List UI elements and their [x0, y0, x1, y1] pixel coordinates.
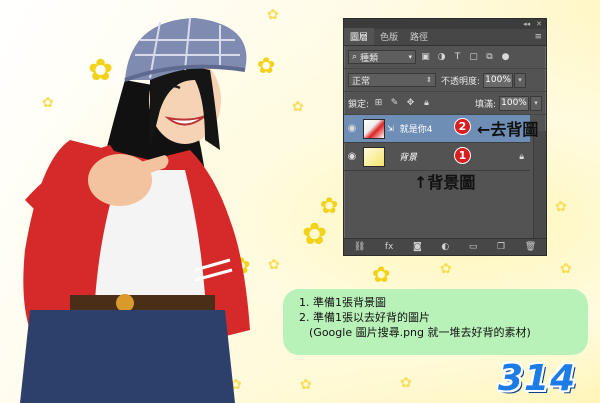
instruction-note: 1. 準備1張背景圖 2. 準備1張以去好背的圖片 (Google 圖片搜尋.p… [283, 289, 588, 355]
filter-kind-select[interactable]: ⌕ 種類 ▾ [348, 50, 416, 64]
tab-paths[interactable]: 路徑 [404, 28, 434, 45]
fill-input[interactable]: 100% [499, 95, 529, 111]
lock-all-icon[interactable]: 🔒︎ [420, 97, 433, 110]
note-line-2: 2. 準備1張以去好背的圖片 [299, 311, 430, 324]
panel-menu-icon[interactable]: ≡ [530, 32, 546, 45]
flower-icon: ✿ [440, 261, 452, 277]
filter-shape-icon[interactable]: ▢ [467, 51, 480, 64]
lock-row: 鎖定: ⊞ ✎ ✥ 🔒︎ 填滿: 100% ▾ [344, 92, 546, 115]
flower-icon: ✿ [302, 217, 328, 252]
eye-icon[interactable]: ◉ [344, 151, 360, 162]
blend-mode-value: 正常 [352, 76, 371, 87]
layer-mask-icon[interactable]: ◙ [413, 242, 422, 252]
layer-name: 就是你4 [399, 125, 433, 135]
lock-image-icon[interactable]: ✎ [388, 97, 401, 110]
close-icon[interactable]: ✕ [536, 20, 542, 28]
layer-thumbnail [363, 118, 385, 139]
note-line-1: 1. 準備1張背景圖 [299, 296, 386, 309]
flower-icon: ✿ [400, 375, 412, 391]
flower-icon: ✿ [320, 194, 339, 219]
fill-dropdown-icon[interactable]: ▾ [530, 95, 542, 111]
search-icon: ⌕ [352, 52, 358, 62]
note-line-3: (Google 圖片搜尋.png 就一堆去好背的素材) [309, 326, 531, 339]
link-icon: ⇲ [387, 124, 394, 133]
filter-type-icon[interactable]: T [451, 51, 464, 64]
chevron-down-icon: ▾ [408, 53, 412, 61]
lock-label: 鎖定: [348, 99, 370, 110]
chevron-down-icon: ⇕ [426, 76, 432, 84]
layer-name: 背景 [399, 153, 418, 163]
new-layer-icon[interactable]: ❐ [497, 242, 505, 252]
panel-scrollbar[interactable] [533, 131, 546, 243]
trash-icon[interactable]: 🗑︎ [525, 242, 536, 252]
eye-icon[interactable]: ◉ [344, 123, 360, 134]
opacity-label: 不透明度: [441, 76, 481, 87]
lock-position-icon[interactable]: ✥ [404, 97, 417, 110]
layer-style-icon[interactable]: fx [385, 242, 394, 252]
blend-mode-select[interactable]: 正常 ⇕ [348, 73, 436, 87]
filter-smart-object-icon[interactable]: ⧉ [483, 51, 496, 64]
tab-layers[interactable]: 圖層 [344, 28, 375, 45]
filter-pixel-icon[interactable]: ▣ [419, 51, 432, 64]
panel-bottom-toolbar: ⛓ fx ◙ ◐ ▭ ❐ 🗑︎ [344, 238, 546, 255]
watermark-logo: 314 [498, 358, 577, 399]
blend-row: 正常 ⇕ 不透明度: 100% ▾ [344, 69, 546, 92]
flower-icon: ✿ [555, 199, 567, 215]
collapse-icon[interactable]: ◂◂ [523, 20, 530, 28]
filter-row: ⌕ 種類 ▾ ▣ ◑ T ▢ ⧉ ● [344, 46, 546, 69]
step-badge-2: 2 [454, 118, 471, 135]
filter-toggle-icon[interactable]: ● [499, 51, 512, 64]
lock-icon: 🔒︎ [519, 151, 524, 162]
tab-channels[interactable]: 色版 [374, 28, 404, 45]
filter-kind-label: 種類 [360, 53, 379, 64]
background-annotation: ↑背景圖 [414, 173, 476, 192]
filter-adjustment-icon[interactable]: ◑ [435, 51, 448, 64]
step-badge-1: 1 [454, 147, 471, 164]
layer-thumbnail [363, 146, 385, 167]
adjustment-layer-icon[interactable]: ◐ [441, 242, 449, 252]
remove-bg-annotation: ←去背圖 [477, 120, 539, 139]
flower-icon: ✿ [560, 261, 572, 277]
opacity-input[interactable]: 100% [483, 72, 514, 88]
new-group-icon[interactable]: ▭ [469, 242, 478, 252]
layer-row-background[interactable]: ◉ 背景 🔒︎ [344, 143, 530, 171]
flower-icon: ✿ [300, 377, 312, 393]
fill-label: 填滿: [474, 99, 496, 110]
link-layers-icon[interactable]: ⛓ [354, 242, 365, 252]
flower-icon: ✿ [372, 263, 391, 288]
girl-illustration [20, 17, 251, 403]
panel-tabs: 圖層 色版 路徑 ≡ [344, 28, 546, 46]
lock-transparent-icon[interactable]: ⊞ [372, 97, 385, 110]
opacity-dropdown-icon[interactable]: ▾ [514, 72, 527, 88]
